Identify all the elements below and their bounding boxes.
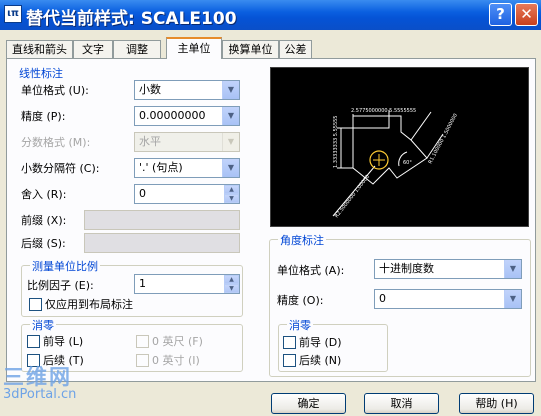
round-off-spinner[interactable]: 0 ▲ ▼ [134, 184, 240, 204]
angular-precision-label: 精度 (O): [277, 294, 324, 307]
linear-group-title: 线性标注 [17, 65, 65, 81]
tab-primary-units[interactable]: 主单位 [166, 37, 222, 59]
unit-format-label: 单位格式 (U): [21, 84, 89, 97]
unit-format-dropdown[interactable]: 小数 ▼ [134, 80, 240, 100]
spin-down-icon[interactable]: ▼ [224, 284, 239, 293]
preview-label-top: 2.5775000000 5.5555555 [351, 108, 416, 114]
angular-leading-zero-checkbox[interactable] [283, 336, 296, 349]
angular-unit-format-value: 十进制度数 [379, 262, 434, 275]
prefix-label: 前缀 (X): [21, 214, 67, 227]
spin-down-icon[interactable]: ▼ [224, 194, 239, 203]
dimension-preview: 2.5775000000 5.5555555 1.33333333 5.5555… [270, 67, 529, 227]
suffix-label: 后缀 (S): [21, 237, 66, 250]
help-button[interactable]: 帮助 (H) [459, 393, 534, 414]
preview-label-left: 1.33333333 5.55555 [333, 116, 339, 169]
zero-inches-label: 0 英寸 (I) [152, 354, 200, 367]
spinner-arrows[interactable]: ▲ ▼ [224, 275, 239, 293]
chevron-down-icon: ▼ [504, 260, 521, 278]
tab-lines-arrows[interactable]: 直线和箭头 [6, 40, 73, 58]
title-bar: ιπ 替代当前样式: SCALE100 ? ✕ [0, 0, 541, 30]
chevron-down-icon: ▼ [504, 290, 521, 308]
leading-zero-label: 前导 (L) [43, 335, 84, 348]
preview-label-angle: 60° [403, 160, 412, 166]
fraction-format-value: 水平 [139, 135, 161, 148]
watermark-logo-text: 三维网 [3, 365, 72, 389]
zero-suppression-title-right: 消零 [287, 317, 313, 333]
fraction-format-label: 分数格式 (M): [21, 136, 91, 149]
prefix-input[interactable] [84, 210, 240, 230]
spinner-arrows[interactable]: ▲ ▼ [224, 185, 239, 203]
zero-suppression-title-left: 消零 [30, 317, 56, 333]
zero-feet-checkbox [136, 335, 149, 348]
precision-label: 精度 (P): [21, 110, 66, 123]
spin-up-icon[interactable]: ▲ [224, 275, 239, 284]
zero-feet-label: 0 英尺 (F) [152, 335, 203, 348]
cancel-button[interactable]: 取消 [364, 393, 439, 414]
round-off-label: 舍入 (R): [21, 188, 67, 201]
decimal-separator-dropdown[interactable]: '.' (句点) ▼ [134, 158, 240, 178]
angular-unit-format-dropdown[interactable]: 十进制度数 ▼ [374, 259, 522, 279]
angular-leading-zero-label: 前导 (D) [299, 336, 342, 349]
tab-text[interactable]: 文字 [73, 40, 113, 58]
tab-alternate-units[interactable]: 换算单位 [222, 40, 279, 58]
tab-fit[interactable]: 调整 [113, 40, 161, 58]
angular-precision-value: 0 [379, 292, 386, 305]
fraction-format-dropdown: 水平 ▼ [134, 132, 240, 152]
preview-drawing: 2.5775000000 5.5555555 1.33333333 5.5555… [332, 108, 459, 219]
chevron-down-icon: ▼ [222, 133, 239, 151]
unit-format-value: 小数 [139, 83, 161, 96]
precision-value: 0.00000000 [139, 109, 206, 122]
angular-group-title: 角度标注 [278, 232, 326, 248]
app-icon: ιπ [4, 5, 22, 23]
angular-trailing-zero-checkbox[interactable] [283, 354, 296, 367]
help-title-button[interactable]: ? [489, 3, 512, 26]
ok-button[interactable]: 确定 [271, 393, 346, 414]
round-off-value: 0 [139, 187, 146, 200]
window-title: 替代当前样式: SCALE100 [26, 9, 237, 29]
preview-label-right: R1.100000 1.5000000 [427, 113, 459, 165]
scale-factor-spinner[interactable]: 1 ▲ ▼ [134, 274, 240, 294]
zero-inches-checkbox [136, 354, 149, 367]
precision-dropdown[interactable]: 0.00000000 ▼ [134, 106, 240, 126]
preview-dimension-line [410, 111, 432, 141]
angular-precision-dropdown[interactable]: 0 ▼ [374, 289, 522, 309]
leading-zero-checkbox[interactable] [27, 335, 40, 348]
chevron-down-icon: ▼ [222, 107, 239, 125]
tab-tolerances[interactable]: 公差 [279, 40, 312, 58]
layout-only-checkbox[interactable] [29, 298, 42, 311]
scale-factor-value: 1 [139, 277, 146, 290]
suffix-input[interactable] [84, 233, 240, 253]
layout-only-label: 仅应用到布局标注 [45, 298, 133, 311]
decimal-separator-value: '.' (句点) [139, 161, 183, 174]
watermark-url: 3dPortal.cn [3, 387, 77, 402]
decimal-separator-label: 小数分隔符 (C): [21, 162, 100, 175]
scale-factor-label: 比例因子 (E): [27, 279, 94, 292]
close-button[interactable]: ✕ [515, 3, 538, 26]
spin-up-icon[interactable]: ▲ [224, 185, 239, 194]
measurement-scale-title: 测量单位比例 [30, 258, 100, 274]
site-watermark: 三维网 3dPortal.cn [3, 366, 76, 402]
tab-panel: 线性标注 单位格式 (U): 小数 ▼ 精度 (P): 0.00000000 ▼… [6, 58, 536, 382]
chevron-down-icon: ▼ [222, 159, 239, 177]
angular-unit-format-label: 单位格式 (A): [277, 264, 345, 277]
angular-trailing-zero-label: 后续 (N) [299, 354, 342, 367]
preview-part-outline [352, 115, 428, 185]
preview-label-bottom: R2.5000000 1.00000 [334, 174, 371, 219]
chevron-down-icon: ▼ [222, 81, 239, 99]
